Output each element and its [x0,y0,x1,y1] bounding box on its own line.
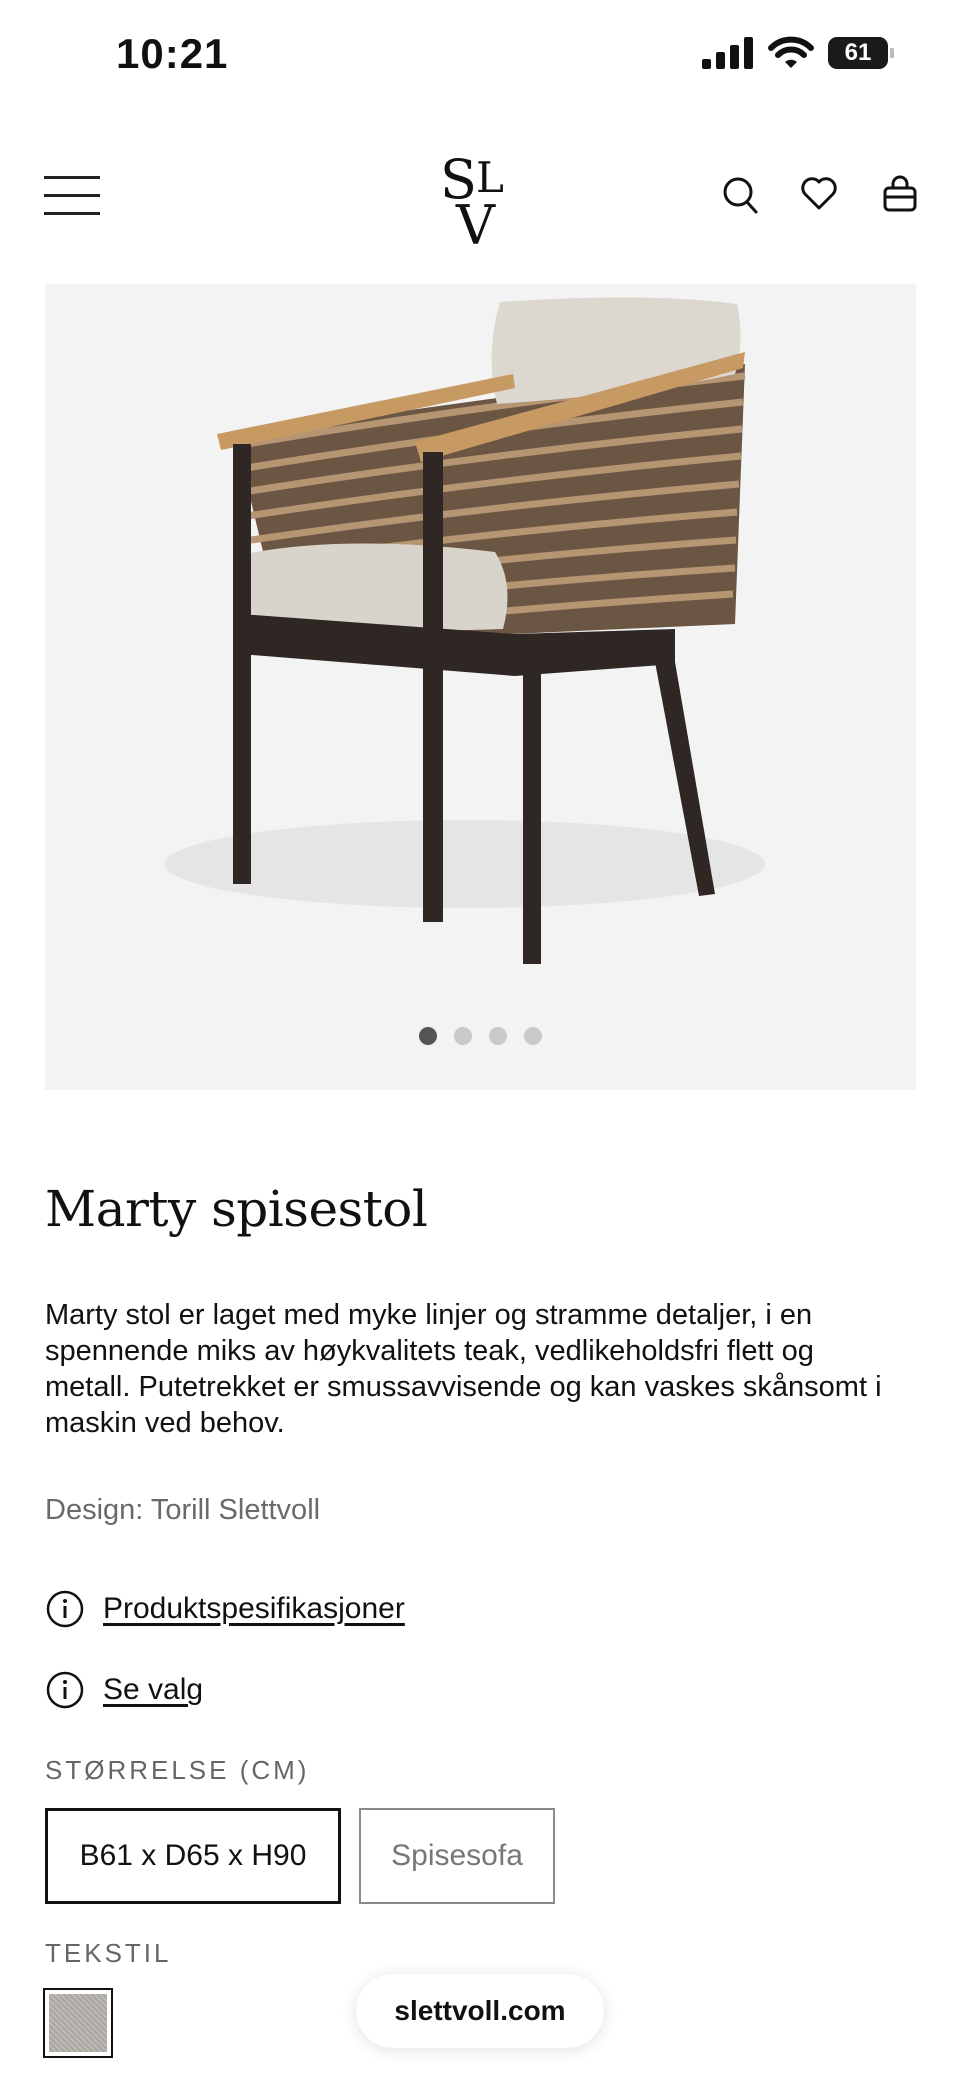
signal-icon [702,37,753,69]
gallery-pagination [0,1027,960,1045]
status-icons: 61 [702,36,894,70]
gallery-dot[interactable] [418,1027,437,1045]
menu-icon[interactable] [44,176,100,216]
status-bar: 10:21 61 [0,0,960,110]
spec-row[interactable]: Produktspesifikasjoner [45,1589,405,1629]
status-time: 10:21 [116,30,229,77]
product-description: Marty stol er laget med myke linjer og s… [45,1299,882,1439]
textile-swatch[interactable] [43,1988,113,2058]
brand-logo[interactable]: S L V [430,140,530,250]
battery-level: 61 [844,39,872,66]
wifi-icon [768,36,814,68]
options-link[interactable]: Se valg [103,1673,203,1707]
chair-image [165,297,765,964]
size-option-selected[interactable]: B61 x D65 x H90 [45,1808,341,1904]
site-header: S L V [0,130,960,260]
info-icon [46,1671,84,1709]
size-label: STØRRELSE (CM) [45,1755,310,1785]
options-row[interactable]: Se valg [45,1670,203,1710]
spec-link[interactable]: Produktspesifikasjoner [103,1592,405,1626]
product-title: Marty spisestol [45,1180,428,1238]
gallery-dot[interactable] [523,1027,542,1045]
product-image-gallery[interactable] [45,284,916,1090]
info-icon [46,1590,84,1628]
search-icon[interactable] [720,172,760,216]
size-option[interactable]: Spisesofa [359,1808,555,1904]
bag-icon[interactable] [880,172,920,216]
product-designer: Design: Torill Slettvoll [45,1494,321,1526]
heart-icon[interactable] [799,172,839,216]
gallery-dot[interactable] [453,1027,472,1045]
textile-label: TEKSTIL [45,1938,172,1968]
svg-text:V: V [455,194,496,250]
gallery-dot[interactable] [488,1027,507,1045]
battery-icon: 61 [828,37,894,69]
browser-url-pill[interactable]: slettvoll.com [356,1974,604,2048]
